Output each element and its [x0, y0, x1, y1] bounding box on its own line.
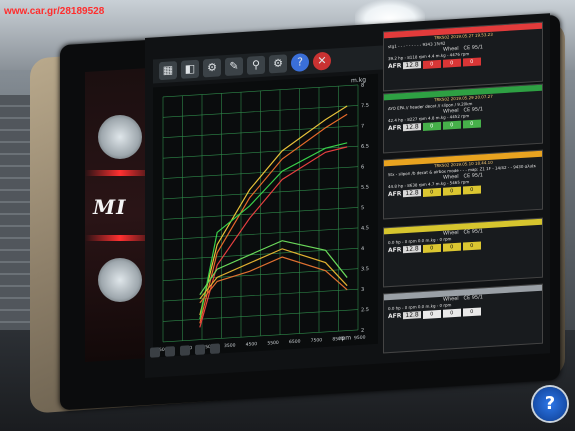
photo-scene: MI ▦ ◧ ⚙ ✎ ⚲ ⚙ ? ✕ 8 7.5 7 6.5 6 5.5 5 4.5 4 3.5 3… [0, 0, 575, 431]
run-cards: TRK502 2019.05.27 19.53.23 stg1 - - - - -… [383, 21, 543, 362]
logo-disc-icon [98, 258, 142, 302]
afr-cell: 0 [422, 243, 441, 253]
taskbar-app-icon[interactable] [165, 346, 175, 357]
run-card[interactable]: TRK502 2019.05.29 20.07.27 AYO EPA // hea… [383, 83, 543, 154]
y-tick-label: 6 [361, 164, 364, 170]
y-tick-label: 7.5 [361, 103, 369, 109]
afr-label: AFR [388, 246, 402, 255]
afr-value: 12.8 [403, 311, 421, 320]
afr-cell: 0 [422, 309, 441, 319]
afr-label: AFR [388, 124, 402, 133]
watermark: www.car.gr/28189528 [4, 6, 105, 17]
y-tick-label: 5.5 [361, 184, 369, 190]
afr-label: AFR [388, 62, 402, 71]
afr-cell: 0 [442, 120, 461, 130]
afr-cell: 0 [462, 240, 481, 251]
run-card[interactable]: TRK502 2019.05.10 18.44.10 Stx - slipon /… [383, 149, 543, 220]
afr-cell: 0 [422, 59, 441, 69]
dyno-curve [199, 105, 348, 316]
start-icon[interactable] [150, 347, 160, 358]
y-tick-label: 3.5 [361, 266, 369, 272]
dyno-curve [199, 256, 348, 304]
y-tick-label: 4.5 [361, 225, 369, 231]
afr-cell: 0 [442, 58, 461, 68]
afr-value: 12.8 [403, 189, 421, 198]
plot-svg: 87.576.565.554.543.532.52500150025003500… [159, 83, 369, 354]
y-tick-label: 3 [361, 287, 364, 293]
close-icon[interactable]: ✕ [313, 51, 331, 71]
graph-icon[interactable]: ▦ [159, 61, 177, 81]
y-tick-label: 2.5 [361, 307, 369, 313]
run-card[interactable]: TRK502 2019.05.27 19.53.23 stg1 - - - - -… [383, 21, 543, 92]
afr-cell: 0 [462, 56, 481, 67]
help-icon[interactable]: ? [291, 52, 309, 73]
ce-label: CE 95/1 [463, 228, 483, 236]
afr-cell: 0 [422, 187, 441, 197]
y-tick-label: 7 [361, 123, 364, 129]
ce-label: CE 95/1 [463, 294, 483, 302]
afr-value: 12.8 [403, 123, 421, 132]
y-axis-unit: m.kg [351, 76, 367, 85]
afr-label: AFR [388, 190, 402, 199]
afr-value: 12.8 [403, 245, 421, 254]
afr-cell: 0 [422, 121, 441, 131]
help-button[interactable]: ? [533, 387, 567, 421]
y-tick-label: 6.5 [361, 144, 369, 150]
afr-cell: 0 [462, 184, 481, 195]
taskbar-app-icon[interactable] [180, 345, 190, 356]
dyno-plot: 87.576.565.554.543.532.52500150025003500… [153, 73, 378, 358]
run-card[interactable]: Wheel CE 95/1 0.0 hp - 0 rpm 0.0 m.kg - 0… [383, 217, 543, 288]
dyno-curve [199, 113, 348, 324]
afr-cell: 0 [442, 186, 461, 196]
afr-cell: 0 [462, 306, 481, 317]
afr-value: 12.8 [403, 61, 421, 70]
logo-disc-icon [98, 115, 142, 159]
afr-cell: 0 [462, 118, 481, 129]
y-tick-label: 5 [361, 205, 364, 211]
afr-cell: 0 [442, 242, 461, 252]
engine-icon[interactable]: ⚙ [203, 58, 221, 78]
taskbar-app-icon[interactable] [210, 343, 220, 355]
logo-text: MI [93, 195, 127, 219]
open-icon[interactable]: ◧ [181, 59, 199, 79]
afr-label: AFR [388, 312, 402, 321]
afr-cell: 0 [442, 308, 461, 318]
run-card[interactable]: Wheel CE 95/1 0.0 hp - 0 rpm 0.0 m.kg - 0… [383, 283, 543, 354]
taskbar-app-icon[interactable] [195, 344, 205, 355]
dyno-curve [199, 248, 348, 300]
dyno-screen: ▦ ◧ ⚙ ✎ ⚲ ⚙ ? ✕ 8 7.5 7 6.5 6 5.5 5 4.5 4 3.5 3 2.5… [145, 13, 550, 379]
bike-icon[interactable]: ⚲ [247, 55, 265, 75]
wrench-icon[interactable]: ✎ [225, 57, 243, 77]
settings-icon[interactable]: ⚙ [269, 54, 287, 74]
y-tick-label: 4 [361, 246, 364, 252]
